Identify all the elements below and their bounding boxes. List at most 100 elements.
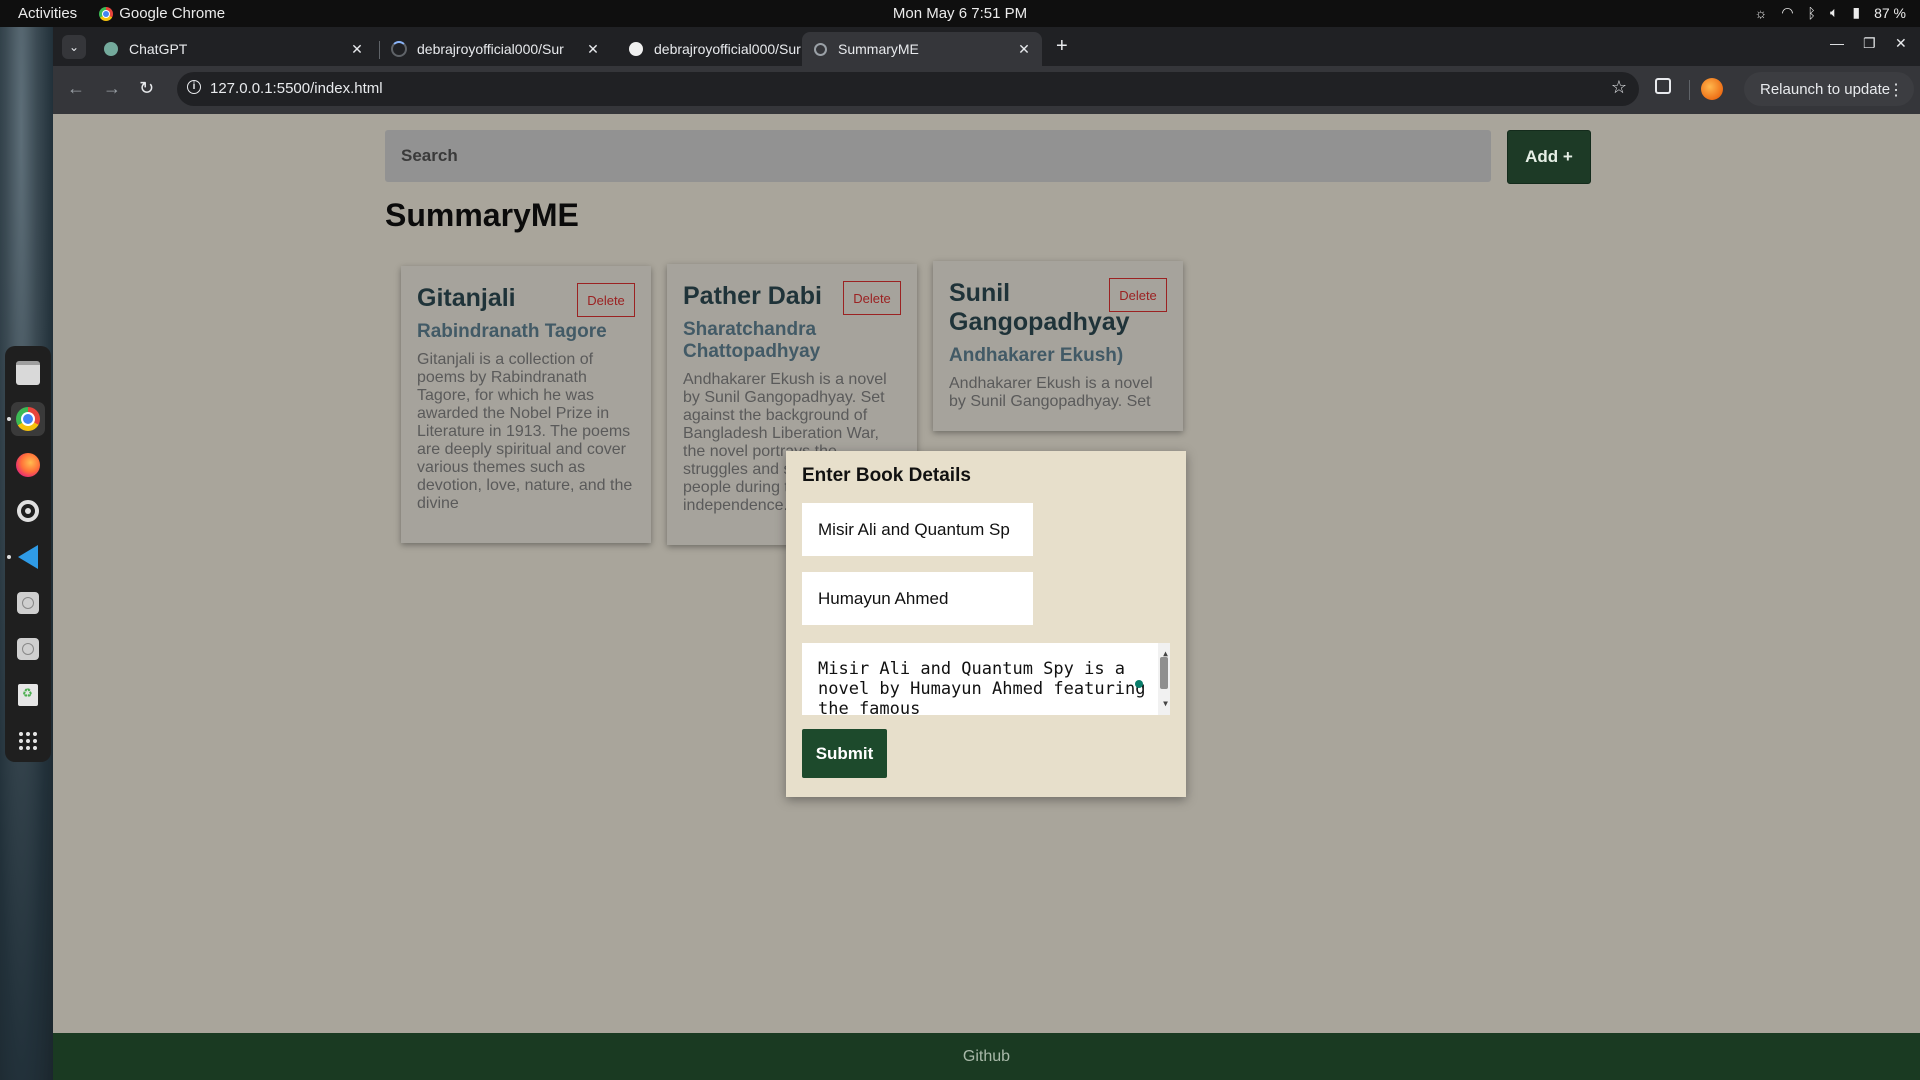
dock-disk-2[interactable] [11,632,45,666]
book-title: Gitanjali [417,284,516,312]
site-info-icon[interactable]: i [187,80,201,94]
disk-icon [17,592,39,614]
chatgpt-icon [103,41,119,57]
modal-title: Enter Book Details [802,465,971,486]
book-author: Rabindranath Tagore [417,321,607,342]
relaunch-button[interactable]: Relaunch to update ⋮ [1744,72,1915,106]
chevron-down-icon: ⌄ [68,40,80,54]
reload-icon[interactable]: ↻ [139,78,154,99]
tab-chatgpt[interactable]: ChatGPT ✕ [93,32,375,66]
grammar-indicator-icon [1135,680,1143,688]
loading-icon [391,41,407,57]
back-icon[interactable]: ← [67,78,85,99]
close-icon[interactable]: ✕ [1016,41,1032,58]
dock-trash[interactable] [11,678,45,712]
close-window-icon[interactable]: ✕ [1895,35,1907,52]
book-author: Sharatchandra Chattopadhyay [683,319,821,362]
delete-button[interactable]: Delete [577,283,635,317]
globe-icon [812,41,828,57]
dock [5,346,51,762]
book-name-input[interactable]: Misir Ali and Quantum Sp [802,503,1033,556]
maximize-icon[interactable]: ❐ [1863,35,1876,52]
book-title: Pather Dabi [683,282,822,310]
battery-icon: ▮ [1852,4,1861,20]
url-text: 127.0.0.1:5500/index.html [210,80,383,97]
running-indicator [7,555,11,559]
scroll-up-icon[interactable]: ▲ [1163,644,1168,664]
tab-label: debrajroyofficial000/Sur [654,41,801,57]
toolbar-divider [1689,80,1690,100]
volume-icon: 🔈︎ [1829,4,1839,20]
dock-disk-1[interactable] [11,586,45,620]
app-menu-label: Google Chrome [119,5,226,22]
dock-settings[interactable] [11,494,45,528]
settings-icon [17,500,39,522]
brightness-icon: ☼ [1754,4,1768,21]
forward-icon[interactable]: → [103,78,121,99]
book-author: Andhakarer Ekush) [949,345,1124,366]
tab-repo-1[interactable]: debrajroyofficial000/Sur ✕ [381,32,611,66]
browser-toolbar: ← → ↻ i 127.0.0.1:5500/index.html ☆ Rela… [53,66,1920,112]
tab-label: ChatGPT [129,41,188,57]
book-summary: Gitanjali is a collection of poems by Ra… [417,351,633,512]
summary-textarea[interactable]: Misir Ali and Quantum Spy is a novel by … [802,643,1170,715]
disk-icon [17,638,39,660]
battery-percent: 87 % [1874,4,1906,21]
book-title: Sunil Gangopadhyay [949,279,1130,336]
dock-files[interactable] [11,356,45,390]
extensions-icon[interactable] [1655,78,1671,94]
app-grid-icon [19,732,37,750]
book-summary: Andhakarer Ekush is a novel by Sunil Gan… [949,375,1153,410]
tab-divider [379,41,380,59]
address-bar[interactable]: i 127.0.0.1:5500/index.html ☆ [177,72,1639,106]
dock-firefox[interactable] [11,448,45,482]
summary-text: Misir Ali and Quantum Spy is a novel by … [818,659,1146,715]
profile-avatar[interactable] [1701,78,1723,100]
dock-app-grid[interactable] [11,724,45,758]
add-button[interactable]: Add + [1507,130,1591,184]
tab-summaryme[interactable]: SummaryME ✕ [802,32,1042,66]
book-card: Sunil Gangopadhyay Delete Andhakarer Eku… [933,261,1183,431]
delete-button[interactable]: Delete [843,281,901,315]
dock-chrome[interactable] [7,402,45,436]
author-input[interactable]: Humayun Ahmed [802,572,1033,625]
page-viewport: Add + SummaryME Gitanjali Delete Rabindr… [53,114,1920,1080]
wifi-icon: ◠ [1781,4,1794,20]
activities-button[interactable]: Activities [18,5,77,22]
vscode-icon [18,545,38,569]
chrome-icon [16,407,40,431]
github-link[interactable]: Github [963,1048,1010,1066]
scroll-down-icon[interactable]: ▼ [1163,694,1168,714]
clock[interactable]: Mon May 6 7:51 PM [893,5,1027,22]
tab-label: SummaryME [838,41,919,57]
page-title: SummaryME [385,197,579,233]
more-menu-icon[interactable]: ⋮ [1888,80,1904,100]
chrome-icon [99,6,114,21]
delete-button[interactable]: Delete [1109,278,1167,312]
trash-icon [18,684,38,706]
relaunch-label: Relaunch to update [1760,80,1891,98]
dock-vscode[interactable] [7,540,45,574]
close-icon[interactable]: ✕ [349,41,365,58]
system-tray[interactable]: ☼ ◠ ᛒ 🔈︎ ▮ 87 % [1754,4,1906,21]
tab-strip: ⌄ ChatGPT ✕ debrajroyofficial000/Sur ✕ d… [53,27,1920,66]
book-card: Gitanjali Delete Rabindranath Tagore Git… [401,266,651,543]
new-tab-button[interactable]: + [1056,35,1068,58]
chrome-window: ⌄ ChatGPT ✕ debrajroyofficial000/Sur ✕ d… [53,27,1920,1080]
search-input[interactable] [385,130,1491,182]
bookmark-star-icon[interactable]: ☆ [1611,77,1627,98]
page-footer: Github [53,1033,1920,1080]
firefox-icon [16,453,40,477]
app-menu[interactable]: Google Chrome [99,5,225,22]
github-icon [628,41,644,57]
minimize-icon[interactable]: — [1830,35,1844,51]
book-details-modal: Enter Book Details Misir Ali and Quantum… [786,451,1186,797]
running-indicator [7,417,11,421]
close-icon[interactable]: ✕ [585,41,601,58]
tab-search-button[interactable]: ⌄ [62,35,86,59]
tab-label: debrajroyofficial000/Sur [417,41,564,57]
files-icon [16,361,40,385]
submit-button[interactable]: Submit [802,729,887,778]
system-top-bar: Activities Google Chrome Mon May 6 7:51 … [0,0,1920,27]
bluetooth-icon: ᛒ [1807,4,1816,21]
